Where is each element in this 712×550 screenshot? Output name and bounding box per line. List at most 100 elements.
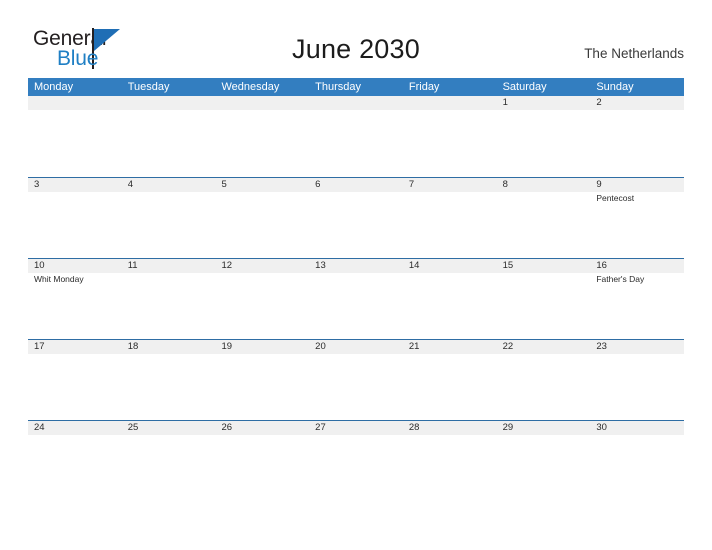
day-number[interactable]: 5 — [215, 178, 309, 192]
day-cell[interactable] — [497, 435, 591, 501]
day-number[interactable] — [215, 96, 309, 110]
day-cell[interactable] — [215, 435, 309, 501]
day-cell[interactable] — [28, 111, 122, 177]
day-number[interactable]: 10 — [28, 259, 122, 273]
day-number[interactable]: 24 — [28, 421, 122, 435]
day-cell[interactable] — [28, 354, 122, 420]
day-number[interactable]: 3 — [28, 178, 122, 192]
day-cell[interactable] — [403, 354, 497, 420]
day-number[interactable]: 11 — [122, 259, 216, 273]
day-number[interactable]: 6 — [309, 178, 403, 192]
day-cell[interactable] — [590, 354, 684, 420]
day-number[interactable]: 14 — [403, 259, 497, 273]
week-row: 1 2 — [28, 96, 684, 177]
day-number[interactable]: 30 — [590, 421, 684, 435]
day-cell[interactable] — [122, 192, 216, 258]
day-cell[interactable] — [309, 192, 403, 258]
day-event: Whit Monday — [34, 274, 84, 284]
day-cell[interactable] — [215, 354, 309, 420]
day-cell[interactable] — [309, 273, 403, 339]
day-number[interactable]: 4 — [122, 178, 216, 192]
day-cell[interactable] — [497, 273, 591, 339]
day-cell[interactable] — [403, 273, 497, 339]
region-label: The Netherlands — [584, 46, 684, 61]
day-cell[interactable] — [215, 192, 309, 258]
weekday-header-row: Monday Tuesday Wednesday Thursday Friday… — [28, 78, 684, 96]
day-number[interactable]: 21 — [403, 340, 497, 354]
day-number[interactable]: 25 — [122, 421, 216, 435]
day-number[interactable]: 16 — [590, 259, 684, 273]
day-cell[interactable] — [215, 273, 309, 339]
week-date-strip: 17 18 19 20 21 22 23 — [28, 340, 684, 354]
day-cell[interactable] — [590, 435, 684, 501]
weekday-header-wednesday: Wednesday — [221, 81, 280, 93]
day-number[interactable] — [28, 96, 122, 110]
weekday-header-sunday: Sunday — [596, 81, 634, 93]
weekday-header-saturday: Saturday — [502, 81, 547, 93]
day-number[interactable]: 2 — [590, 96, 684, 110]
day-cell[interactable] — [122, 273, 216, 339]
day-number[interactable]: 12 — [215, 259, 309, 273]
day-cell[interactable] — [497, 354, 591, 420]
day-number[interactable] — [309, 96, 403, 110]
page-header: General Blue June 2030 The Netherlands — [0, 0, 712, 78]
week-body-strip — [28, 111, 684, 177]
week-row: 10 11 12 13 14 15 16 Whit Monday Father'… — [28, 258, 684, 339]
day-number[interactable] — [122, 96, 216, 110]
day-number[interactable]: 18 — [122, 340, 216, 354]
day-cell[interactable] — [590, 111, 684, 177]
day-cell[interactable] — [122, 435, 216, 501]
day-cell[interactable]: Father's Day — [590, 273, 684, 339]
day-number[interactable]: 20 — [309, 340, 403, 354]
week-body-strip: Whit Monday Father's Day — [28, 273, 684, 339]
day-number[interactable]: 9 — [590, 178, 684, 192]
day-cell[interactable] — [403, 111, 497, 177]
week-date-strip: 3 4 5 6 7 8 9 — [28, 178, 684, 192]
week-date-strip: 1 2 — [28, 96, 684, 110]
day-cell[interactable] — [497, 192, 591, 258]
week-body-strip — [28, 435, 684, 501]
week-body-strip: Pentecost — [28, 192, 684, 258]
day-number[interactable]: 28 — [403, 421, 497, 435]
week-body-strip — [28, 354, 684, 420]
day-number[interactable]: 7 — [403, 178, 497, 192]
weekday-header-friday: Friday — [408, 81, 440, 93]
calendar-page: General Blue June 2030 The Netherlands M… — [0, 0, 712, 550]
day-cell[interactable] — [122, 111, 216, 177]
day-cell[interactable]: Pentecost — [590, 192, 684, 258]
day-cell[interactable]: Whit Monday — [28, 273, 122, 339]
day-cell[interactable] — [215, 111, 309, 177]
week-date-strip: 24 25 26 27 28 29 30 — [28, 421, 684, 435]
weekday-header-monday: Monday — [34, 81, 74, 93]
day-cell[interactable] — [28, 435, 122, 501]
day-number[interactable]: 1 — [497, 96, 591, 110]
week-row: 24 25 26 27 28 29 30 — [28, 420, 684, 501]
day-number[interactable]: 15 — [497, 259, 591, 273]
day-number[interactable]: 19 — [215, 340, 309, 354]
day-cell[interactable] — [497, 111, 591, 177]
day-number[interactable]: 26 — [215, 421, 309, 435]
day-cell[interactable] — [403, 435, 497, 501]
weekday-header-thursday: Thursday — [315, 81, 362, 93]
day-cell[interactable] — [122, 354, 216, 420]
day-event: Father's Day — [596, 274, 645, 284]
day-number[interactable]: 13 — [309, 259, 403, 273]
day-cell[interactable] — [403, 192, 497, 258]
day-number[interactable] — [403, 96, 497, 110]
day-cell[interactable] — [28, 192, 122, 258]
day-number[interactable]: 22 — [497, 340, 591, 354]
day-cell[interactable] — [309, 354, 403, 420]
day-number[interactable]: 29 — [497, 421, 591, 435]
week-date-strip: 10 11 12 13 14 15 16 — [28, 259, 684, 273]
week-row: 3 4 5 6 7 8 9 Pentecost — [28, 177, 684, 258]
day-cell[interactable] — [309, 111, 403, 177]
calendar-grid: Monday Tuesday Wednesday Thursday Friday… — [28, 78, 684, 501]
day-number[interactable]: 17 — [28, 340, 122, 354]
day-number[interactable]: 8 — [497, 178, 591, 192]
day-number[interactable]: 23 — [590, 340, 684, 354]
day-number[interactable]: 27 — [309, 421, 403, 435]
week-row: 17 18 19 20 21 22 23 — [28, 339, 684, 420]
weekday-header-tuesday: Tuesday — [127, 81, 170, 93]
day-cell[interactable] — [309, 435, 403, 501]
day-event: Pentecost — [596, 193, 635, 203]
